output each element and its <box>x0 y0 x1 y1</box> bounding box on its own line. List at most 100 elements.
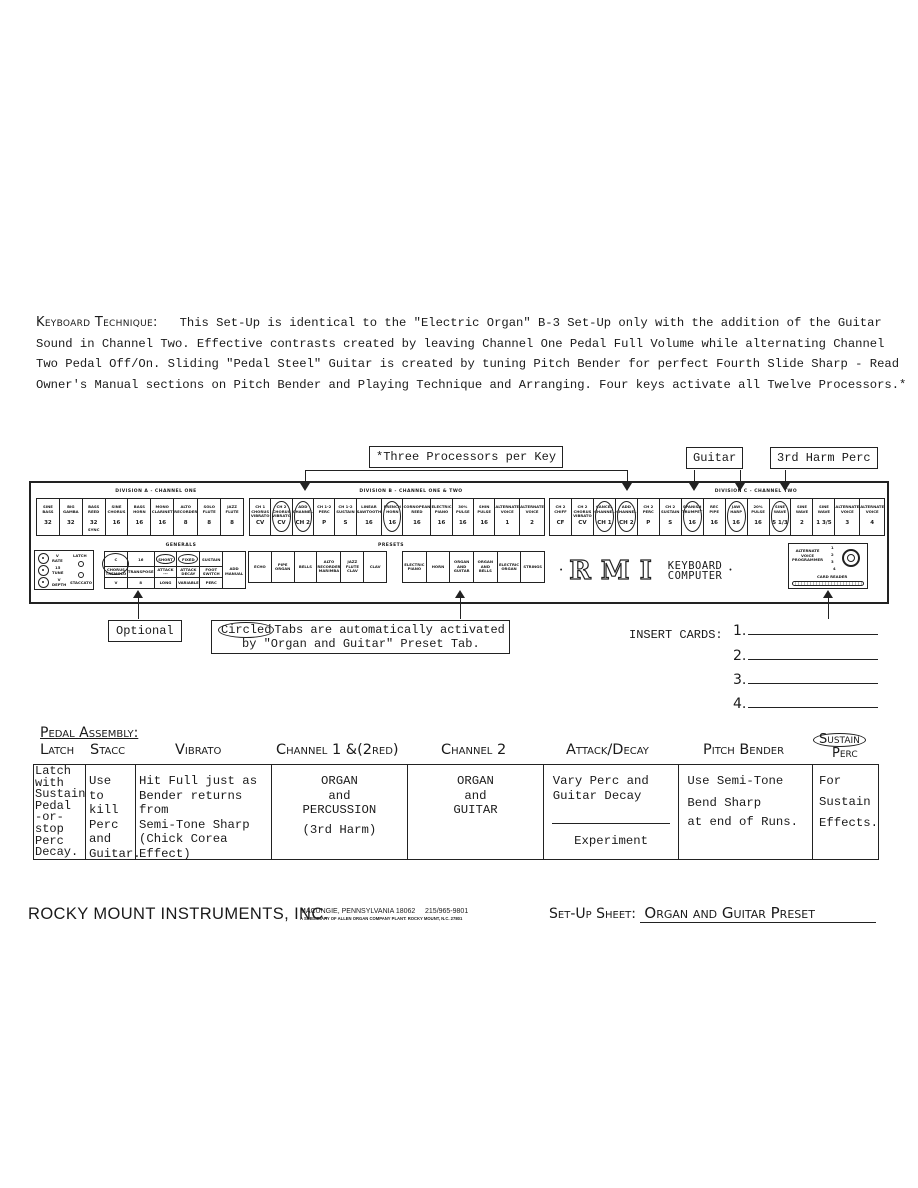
insert-card-slot-2[interactable]: 2. <box>733 648 879 664</box>
stop-tab[interactable]: SINE CHORUS 16 <box>106 499 129 535</box>
stop-tab-value: 16 <box>710 520 718 526</box>
attack-decay-divider <box>551 823 671 824</box>
stop-tab[interactable]: ALTO RECORDER 8 <box>174 499 199 535</box>
division-c-label: DIVISION C - CHANNEL TWO <box>714 489 798 494</box>
header-sustain-circled: Sustain <box>813 733 866 747</box>
stop-tab[interactable]: CH 2 SUSTAIN S <box>660 499 682 535</box>
preset-tab[interactable]: ECHO <box>249 552 272 582</box>
header-latch: Latch <box>40 742 75 758</box>
preset-tab[interactable]: ALTO RECORDER MARIMBA <box>317 552 342 582</box>
circled-tabs-callout: Circled Tabs are automatically activated … <box>211 620 510 654</box>
pitch-bender-line-1: Use Semi-Tone <box>687 774 784 788</box>
stop-tab-name: 30% PULSE <box>456 504 470 514</box>
stop-tab-name: CH 1 CHORUS VIBRATO <box>250 504 270 518</box>
preset-tab[interactable]: HORN <box>427 552 451 582</box>
stop-tab-value: 16 <box>365 520 373 526</box>
programmer-selector-knob[interactable] <box>842 549 860 567</box>
preset-tab[interactable]: JAZZ FLUTE CLAV <box>341 552 365 582</box>
stop-tab-value: 16 <box>754 520 762 526</box>
preset-tab[interactable]: ELECTRIC ORGAN <box>498 552 522 582</box>
general-tab[interactable]: SHORT ATTACK --- LONG <box>154 552 178 588</box>
stop-tab[interactable]: LINEAR SAWTOOTH 16 <box>357 499 383 535</box>
stop-tab[interactable]: CH 2 CHORUS VIBRATO CV <box>572 499 594 535</box>
circled-tab-marker <box>616 501 636 532</box>
latch-label: LATCH <box>73 553 87 558</box>
stop-tab-value: 16 <box>413 520 421 526</box>
stop-tab[interactable]: ALTERNATE VOICE 2 <box>520 499 544 535</box>
stop-tab[interactable]: SINE BASS 32 <box>37 499 60 535</box>
general-tab[interactable]: C CHORUS TREMOLO V <box>102 552 129 588</box>
preset-tab[interactable]: ORGAN AND GUITAR <box>450 552 475 582</box>
stop-tab[interactable]: CH 1 CHORUS VIBRATO CV <box>250 499 272 535</box>
keyboard-computer-text: KEYBOARD COMPUTER <box>668 561 723 582</box>
insert-card-slot-3[interactable]: 3. <box>733 672 879 688</box>
preset-tab[interactable]: BELLS <box>295 552 318 582</box>
address-line-2: A SUBSIDIARY OF ALLEN ORGAN COMPANY PLAN… <box>300 916 463 921</box>
stop-tab-name: ALTERNATE VOICE <box>520 504 544 514</box>
depth-knob[interactable] <box>38 577 49 588</box>
pedal-assembly-title: Pedal Assembly: <box>40 725 139 741</box>
stop-tab[interactable]: CORNOPEAN REED 16 <box>403 499 432 535</box>
stop-tab[interactable]: ALTERNATE VOICE 4 <box>860 499 884 535</box>
division-a-tabs: SINE BASS 32 BIG GAMBA 32 BASS REED 32 SYNC SIN… <box>36 498 244 536</box>
stop-tab[interactable]: MONO CLARINET 16 <box>151 499 175 535</box>
stop-tab[interactable]: ADD CHANNEL CH 2 <box>616 499 638 535</box>
preset-tab[interactable]: ELECTRIC PIANO <box>403 552 427 582</box>
stop-tab-value: S <box>668 520 673 526</box>
stop-tab[interactable]: SOLO FLUTE 8 <box>198 499 222 535</box>
stop-tab[interactable]: ADD CHANNEL CH 2 <box>293 499 314 535</box>
stop-tab[interactable]: BASS HORN 16 <box>128 499 152 535</box>
header-stacc: Stacc <box>90 742 126 758</box>
stop-tab[interactable]: CH 1-2 SUSTAIN S <box>335 499 357 535</box>
stop-tab[interactable]: ELECTRIC PIANO 16 <box>431 499 453 535</box>
stop-tab[interactable]: SPANISH TRUMPET 16 <box>682 499 704 535</box>
stop-tab[interactable]: SINE WAVE 1 3/5 <box>813 499 836 535</box>
stop-tab[interactable]: CH 2 CHIFF CF <box>550 499 572 535</box>
channel-1-text: ORGAN and PERCUSSION <box>302 774 377 817</box>
rate-knob-label: V RATE <box>52 553 63 563</box>
insert-card-number: 2. <box>733 648 747 664</box>
card-reader-slot[interactable] <box>792 581 864 586</box>
stop-tab-value: S <box>343 520 348 526</box>
preset-tab[interactable]: ORGAN AND BELLS <box>474 552 498 582</box>
stop-tab[interactable]: CH 2 CHORUS VIBRATO CV <box>271 499 293 535</box>
stop-tab-value: CF <box>556 520 565 526</box>
stop-tab-value: 32 <box>66 520 75 526</box>
stop-tab[interactable]: JAZZ FLUTE 8 <box>221 499 243 535</box>
insert-card-slot-4[interactable]: 4. <box>733 696 879 712</box>
tune-knob[interactable] <box>38 565 49 576</box>
rmi-logo: • RMI KEYBOARD COMPUTER • <box>559 555 733 586</box>
preset-tab[interactable]: PIPE ORGAN <box>272 552 295 582</box>
general-tab[interactable]: ADD MANUAL <box>223 552 245 588</box>
division-a-label: DIVISION A - CHANNEL ONE <box>115 489 197 494</box>
general-tab-bot <box>223 577 245 587</box>
stop-tab[interactable]: CH 1-2 PERC P <box>314 499 336 535</box>
stop-tab[interactable]: FRENCH HORN 16 <box>382 499 404 535</box>
stop-tab[interactable]: SHIN PULSE 16 <box>474 499 496 535</box>
stop-tab-name: LINEAR SAWTOOTH <box>356 504 382 514</box>
stop-tab[interactable]: ALTERNATE VOICE 3 <box>835 499 861 535</box>
preset-tab[interactable]: CLAV <box>364 552 386 582</box>
stop-tab[interactable]: JAW HARP 16 <box>726 499 748 535</box>
stop-tab-name: 20% PULSE <box>751 504 765 514</box>
stop-tab[interactable]: ALTERNATE VOICE 1 <box>495 499 521 535</box>
stop-tab[interactable]: 20% PULSE 16 <box>748 499 770 535</box>
stop-tab[interactable]: BIG GAMBA 32 <box>60 499 83 535</box>
stop-tab[interactable]: SINE WAVE 2 <box>791 499 814 535</box>
stop-tab-value: CV <box>256 520 265 526</box>
stop-tab-name: BASS REED <box>88 504 100 514</box>
stop-tab[interactable]: BASS REED 32 SYNC <box>83 499 106 535</box>
stop-tab[interactable]: CH 2 PERC P <box>638 499 660 535</box>
stop-tab[interactable]: CANCEL CHANNEL CH 1 <box>594 499 616 535</box>
attack-decay-top: Vary Perc and Guitar Decay <box>552 774 649 803</box>
general-tab[interactable]: SUSTAIN FOOT SWITCH PERC <box>200 552 224 588</box>
stop-tab[interactable]: 30% PULSE 16 <box>453 499 474 535</box>
general-tab[interactable]: FIXED ATTACK DECAY VARIABLE <box>177 552 201 588</box>
general-tab[interactable]: 16 TRANSPOSE 8 <box>127 552 155 588</box>
rate-knob[interactable] <box>38 553 49 564</box>
preset-tab[interactable]: STRINGS <box>521 552 544 582</box>
stop-tab[interactable]: SINE WAVE 5 1/3 <box>770 499 792 535</box>
insert-card-slot-1[interactable]: 1. <box>733 623 879 639</box>
circled-tab-marker <box>594 501 614 532</box>
stop-tab[interactable]: REC PIPE 16 <box>704 499 726 535</box>
